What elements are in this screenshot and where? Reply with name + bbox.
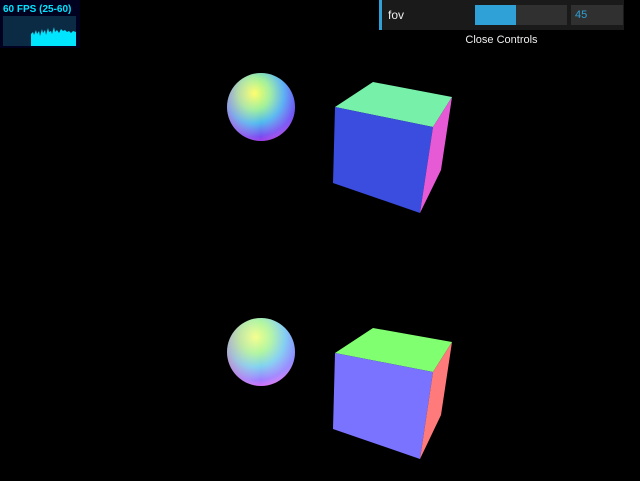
fov-slider[interactable] — [475, 5, 567, 25]
close-controls-button[interactable]: Close Controls — [379, 30, 624, 50]
fov-control-row: fov — [379, 0, 624, 30]
fps-label: 60 FPS (25-60) — [3, 4, 72, 15]
scene-view — [227, 73, 452, 459]
controls-panel: fov Close Controls — [379, 0, 624, 50]
fov-slider-fill — [475, 5, 517, 25]
fps-graph — [3, 16, 76, 46]
fov-input[interactable] — [571, 5, 623, 25]
render-canvas[interactable]: 60 FPS (25-60) fov Close Controls — [0, 0, 640, 481]
bottom-cube — [333, 328, 452, 459]
bottom-sphere — [227, 318, 295, 386]
top-cube — [333, 82, 452, 213]
fps-stats-panel[interactable]: 60 FPS (25-60) — [0, 0, 80, 48]
fov-label: fov — [388, 8, 405, 22]
top-sphere — [227, 73, 295, 141]
